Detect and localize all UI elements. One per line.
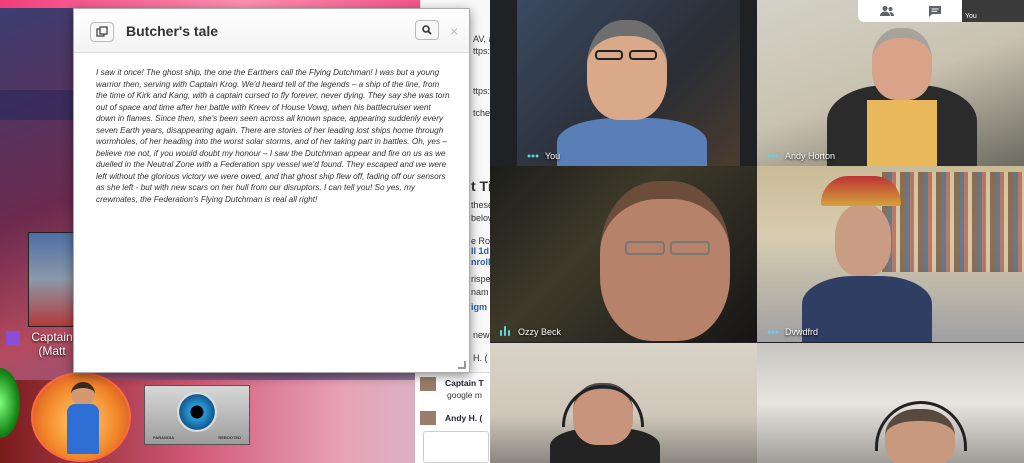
call-controls: You xyxy=(858,0,1024,22)
glasses xyxy=(595,50,623,60)
participant-tshirt xyxy=(867,100,937,166)
people-icon xyxy=(880,6,894,16)
audio-level-icon xyxy=(767,330,779,334)
card-text-right: REBOOTED xyxy=(218,435,241,440)
participant-face xyxy=(587,20,667,120)
chat-log-fragment: rispe xyxy=(471,274,490,284)
participant-cap xyxy=(821,176,901,206)
glasses xyxy=(625,241,665,255)
audio-level-icon xyxy=(767,154,779,158)
self-view-thumbnail[interactable]: You xyxy=(962,0,1024,22)
video-tile-andy-horton[interactable]: Andy Horton xyxy=(757,0,1024,166)
participant-face xyxy=(835,204,891,276)
video-call-grid: You Andy Horton Ozzy Beck Dvwdfrd You xyxy=(490,0,1024,463)
dialog-title: Butcher's tale xyxy=(126,23,219,39)
chat-log-fragment: H. ( xyxy=(473,353,488,363)
bookshelf xyxy=(882,172,1024,272)
dialog-header[interactable]: Butcher's tale × xyxy=(74,9,469,53)
chat-sender: Captain T xyxy=(445,378,484,388)
handout-dialog: Butcher's tale × I saw it once! The ghos… xyxy=(73,8,470,373)
chat-log-fragment: ll 1d xyxy=(471,246,490,256)
participant-body xyxy=(557,118,707,166)
chat-text: google m xyxy=(447,390,482,400)
card-text-left: PARANOIA xyxy=(153,435,175,440)
chat-log-fragment: igm xyxy=(471,302,488,312)
avatar-body xyxy=(67,404,99,454)
chat-log-fragment: these xyxy=(471,200,490,210)
chat-log-fragment: nroll xyxy=(471,257,490,267)
headset xyxy=(875,401,967,451)
chat-log-fragment: ttps:// xyxy=(473,46,490,56)
scene-band xyxy=(0,90,80,120)
participants-button[interactable] xyxy=(876,2,898,20)
video-tile-ozzy-beck[interactable]: Ozzy Beck xyxy=(490,166,757,342)
zoom-button[interactable] xyxy=(415,20,439,40)
chat-avatar xyxy=(420,411,436,425)
video-tile-participant-6[interactable] xyxy=(757,343,1024,463)
chat-log-fragment: nam xyxy=(471,287,489,297)
glasses xyxy=(629,50,657,60)
headset xyxy=(562,385,644,427)
video-tile-dvwdfrd[interactable]: Dvwdfrd xyxy=(757,166,1024,342)
close-button[interactable]: × xyxy=(450,23,458,39)
token-marker xyxy=(6,331,20,345)
speaking-indicator-icon xyxy=(500,326,510,336)
paranoia-card-token[interactable]: PARANOIA REBOOTED xyxy=(144,385,250,445)
chat-log-fragment: tcher's xyxy=(473,108,490,118)
glasses xyxy=(670,241,710,255)
chat-messages: Captain T google m Andy H. ( xyxy=(415,372,490,463)
participant-face xyxy=(872,28,932,100)
chat-button[interactable] xyxy=(924,2,946,20)
avatar-head xyxy=(71,382,95,406)
video-tile-you[interactable]: You xyxy=(517,0,740,166)
chat-log-fragment: e Ro xyxy=(471,236,490,246)
chat-icon xyxy=(929,5,941,17)
player-avatar-token[interactable] xyxy=(31,372,131,462)
chat-avatar xyxy=(420,377,436,391)
popout-button[interactable] xyxy=(90,22,114,42)
participant-face xyxy=(600,181,730,341)
chat-log-fragment: AV, and th xyxy=(473,34,490,44)
screen: Captain (Matt PARANOIA REBOOTED AV, and … xyxy=(0,0,1024,463)
canvas-stripe xyxy=(0,0,490,8)
eye-icon xyxy=(177,392,217,432)
popout-icon xyxy=(96,26,108,37)
chat-log-fragment: t Ti xyxy=(471,178,490,194)
participant-body xyxy=(802,276,932,342)
handout-text: I saw it once! The ghost ship, the one t… xyxy=(96,68,450,205)
video-tile-participant-5[interactable] xyxy=(490,343,757,463)
chat-log-fragment: below xyxy=(471,213,490,223)
resize-handle[interactable] xyxy=(458,361,466,369)
chat-sender: Andy H. ( xyxy=(445,413,483,423)
audio-level-icon xyxy=(527,154,539,158)
participant-name: Andy Horton xyxy=(785,151,836,161)
chat-input[interactable] xyxy=(423,431,489,463)
participant-name: Ozzy Beck xyxy=(518,327,562,337)
participant-name: Dvwdfrd xyxy=(785,327,819,337)
self-view-label: You xyxy=(965,13,977,20)
participant-name: You xyxy=(545,151,561,161)
captain-token[interactable] xyxy=(28,232,76,327)
search-icon xyxy=(422,25,432,35)
chat-log-fragment: ttps://m xyxy=(473,86,490,96)
chat-log-fragment: new xyxy=(473,330,490,340)
